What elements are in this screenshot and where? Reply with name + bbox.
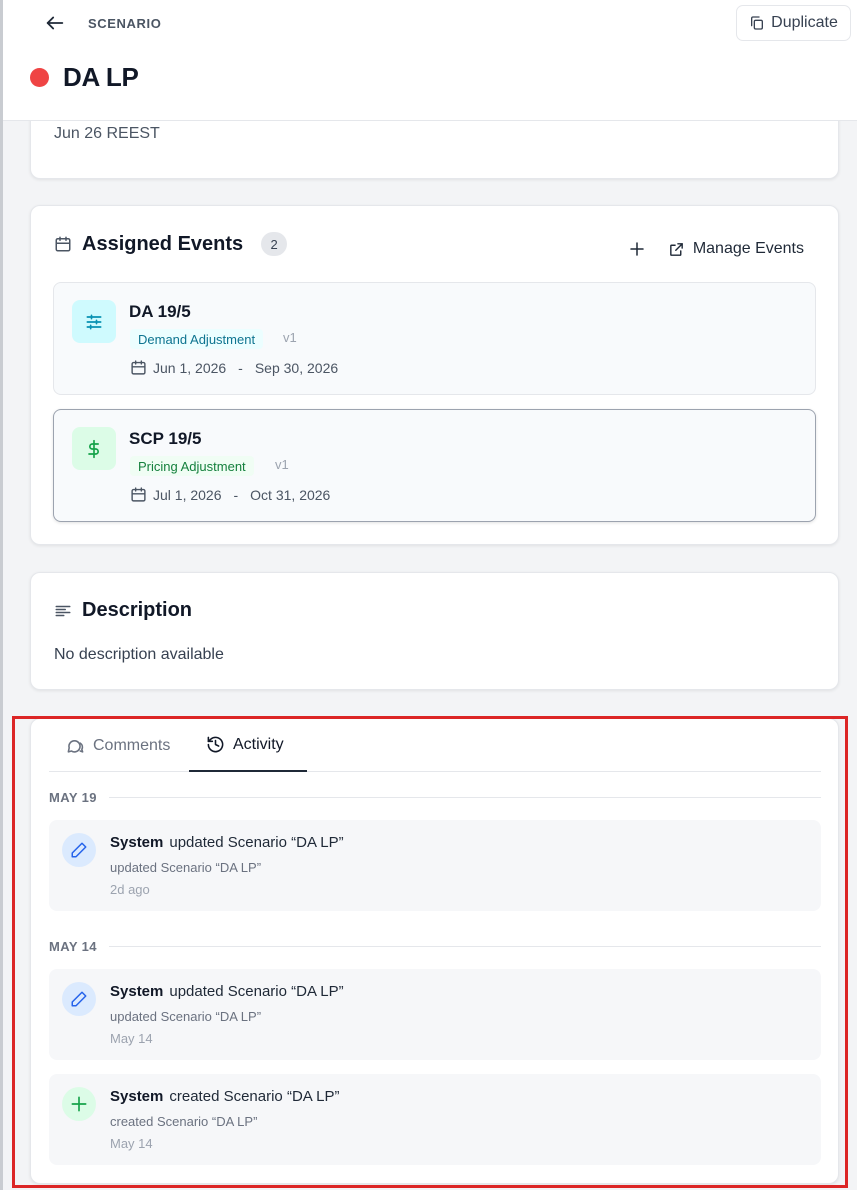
event-end-date: Oct 31, 2026 — [250, 486, 331, 503]
history-icon — [207, 736, 224, 753]
calendar-icon — [131, 487, 146, 502]
title-row: DA LP — [30, 62, 139, 93]
external-link-icon — [669, 242, 683, 256]
calendar-icon — [55, 236, 71, 252]
events-count-badge: 2 — [261, 232, 288, 256]
activity-detail: updated Scenario “DA LP” — [110, 860, 262, 875]
calendar-icon — [131, 360, 146, 375]
status-dot — [30, 68, 49, 87]
page-title: DA LP — [63, 62, 139, 92]
activity-icon-circle — [62, 833, 96, 867]
manage-events-label: Manage Events — [692, 240, 804, 257]
duplicate-label: Duplicate — [771, 14, 838, 31]
activity-action: created Scenario “DA LP” — [169, 1088, 340, 1105]
activity-icon-circle — [62, 982, 96, 1016]
event-start-date: Jun 1, 2026 — [153, 359, 227, 376]
chat-bubbles-icon — [67, 740, 84, 753]
assigned-events-title: Assigned Events — [82, 232, 244, 255]
description-text: No description available — [54, 646, 224, 663]
activity-detail: updated Scenario “DA LP” — [110, 1009, 262, 1024]
activity-actor: System — [110, 1088, 164, 1105]
activity-tabs: Comments Activity — [49, 719, 821, 772]
activity-item: System updated Scenario “DA LP” updated S… — [49, 969, 821, 1060]
event-icon-box — [72, 300, 116, 343]
event-version: v1 — [283, 330, 297, 345]
activity-detail: created Scenario “DA LP” — [110, 1114, 258, 1129]
group-date-label: MAY 19 — [49, 790, 97, 805]
pencil-icon — [71, 991, 87, 1007]
tab-activity[interactable]: Activity — [189, 719, 307, 772]
divider — [108, 797, 821, 798]
group-date-label: MAY 14 — [49, 939, 97, 954]
plus-icon — [71, 1096, 87, 1112]
event-start-date: Jul 1, 2026 — [153, 486, 222, 503]
activity-action: updated Scenario “DA LP” — [169, 834, 344, 851]
assigned-events-card: Assigned Events 2 Manage Events DA 19/5 … — [30, 205, 839, 545]
copy-icon — [751, 16, 764, 30]
activity-group-date: MAY 19 — [49, 790, 821, 805]
activity-summary: System updated Scenario “DA LP” — [110, 834, 344, 851]
arrow-left-icon — [46, 16, 64, 30]
window-edge — [0, 0, 3, 1190]
breadcrumb: SCENARIO — [88, 16, 162, 31]
date-separator: - — [233, 486, 239, 503]
duplicate-button[interactable]: Duplicate — [736, 5, 851, 41]
activity-group-date: MAY 14 — [49, 939, 821, 954]
activity-time: May 14 — [110, 1136, 153, 1151]
event-name: SCP 19/5 — [129, 429, 202, 448]
back-button[interactable] — [39, 8, 71, 38]
plus-icon — [630, 242, 644, 256]
date-separator: - — [238, 359, 243, 376]
event-type-tag: Demand Adjustment — [130, 329, 264, 349]
activity-summary: System created Scenario “DA LP” — [110, 1088, 339, 1105]
event-icon-box — [72, 427, 116, 470]
pencil-icon — [71, 842, 87, 858]
description-card: Description No description available — [30, 572, 839, 690]
align-left-icon — [55, 605, 71, 616]
assigned-events-header: Assigned Events 2 — [54, 232, 288, 256]
activity-action: updated Scenario “DA LP” — [169, 983, 344, 1000]
activity-item: System created Scenario “DA LP” created S… — [49, 1074, 821, 1165]
events-actions: Manage Events — [624, 236, 804, 262]
activity-icon-circle — [62, 1087, 96, 1121]
add-event-button[interactable] — [624, 236, 650, 262]
activity-summary: System updated Scenario “DA LP” — [110, 983, 344, 1000]
activity-time: May 14 — [110, 1031, 153, 1046]
activity-actor: System — [110, 834, 164, 851]
event-end-date: Sep 30, 2026 — [254, 359, 339, 376]
description-title: Description — [82, 599, 193, 621]
divider — [108, 946, 821, 947]
event-version: v1 — [275, 457, 289, 472]
event-dates: Jul 1, 2026 - Oct 31, 2026 — [130, 486, 330, 503]
event-name: DA 19/5 — [129, 302, 191, 321]
dollar-icon — [88, 439, 99, 458]
tab-activity-label: Activity — [233, 735, 284, 753]
event-card-scp[interactable]: SCP 19/5 Pricing Adjustment v1 Jul 1, 20… — [53, 409, 816, 522]
sliders-icon — [86, 314, 102, 329]
summary-date: Jun 26 REEST — [54, 125, 160, 142]
event-type-tag: Pricing Adjustment — [130, 456, 254, 476]
activity-panel: Comments Activity MAY 19 System updated S… — [30, 718, 839, 1184]
description-header: Description — [54, 599, 192, 622]
activity-time: 2d ago — [110, 882, 150, 897]
activity-actor: System — [110, 983, 164, 1000]
event-card-da[interactable]: DA 19/5 Demand Adjustment v1 Jun 1, 2026… — [53, 282, 816, 395]
page-header: SCENARIO Duplicate DA LP — [3, 0, 857, 121]
activity-item: System updated Scenario “DA LP” updated S… — [49, 820, 821, 911]
tab-comments[interactable]: Comments — [66, 719, 170, 772]
manage-events-button[interactable]: Manage Events — [668, 240, 804, 258]
tab-comments-label: Comments — [93, 736, 171, 754]
event-dates: Jun 1, 2026 - Sep 30, 2026 — [130, 359, 338, 376]
